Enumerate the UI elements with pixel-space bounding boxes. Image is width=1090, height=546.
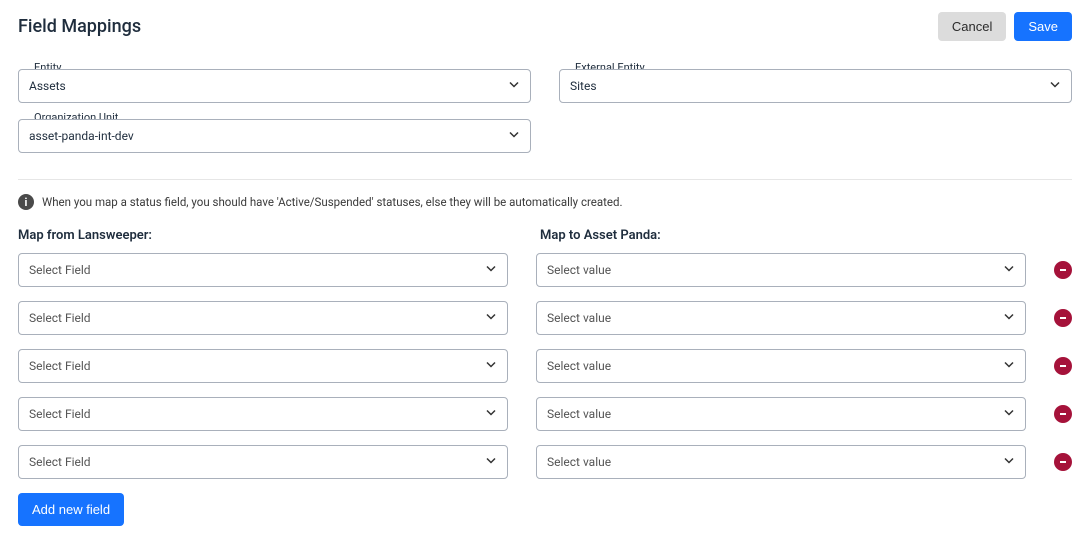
chevron-down-icon [1003, 311, 1015, 326]
chevron-down-icon [1049, 79, 1061, 94]
remove-row-button[interactable] [1054, 261, 1072, 279]
map-to-select[interactable]: Select value [536, 445, 1026, 479]
map-from-placeholder: Select Field [29, 407, 91, 421]
mapping-row: Select Field Select value [18, 445, 1072, 479]
map-to-select[interactable]: Select value [536, 301, 1026, 335]
map-to-placeholder: Select value [547, 311, 611, 325]
chevron-down-icon [508, 79, 520, 94]
map-to-select[interactable]: Select value [536, 349, 1026, 383]
external-entity-select[interactable]: Sites [559, 69, 1072, 103]
entity-select[interactable]: Assets [18, 69, 531, 103]
chevron-down-icon [1003, 407, 1015, 422]
remove-row-button[interactable] [1054, 357, 1072, 375]
map-from-select[interactable]: Select Field [18, 349, 508, 383]
map-to-title: Map to Asset Panda: [540, 228, 1034, 243]
chevron-down-icon [1003, 359, 1015, 374]
mapping-row: Select Field Select value [18, 301, 1072, 335]
map-to-placeholder: Select value [547, 359, 611, 373]
info-icon: i [18, 194, 34, 210]
map-to-placeholder: Select value [547, 263, 611, 277]
external-entity-value: Sites [570, 79, 597, 93]
add-new-field-button[interactable]: Add new field [18, 493, 124, 526]
divider [18, 179, 1072, 180]
chevron-down-icon [485, 455, 497, 470]
remove-row-button[interactable] [1054, 453, 1072, 471]
save-button[interactable]: Save [1014, 12, 1072, 41]
entity-value: Assets [29, 79, 66, 93]
map-from-select[interactable]: Select Field [18, 301, 508, 335]
map-to-placeholder: Select value [547, 407, 611, 421]
map-from-select[interactable]: Select Field [18, 397, 508, 431]
map-from-placeholder: Select Field [29, 455, 91, 469]
map-from-placeholder: Select Field [29, 311, 91, 325]
cancel-button[interactable]: Cancel [938, 12, 1006, 41]
chevron-down-icon [508, 129, 520, 144]
page-title: Field Mappings [18, 16, 141, 37]
chevron-down-icon [485, 359, 497, 374]
map-from-select[interactable]: Select Field [18, 445, 508, 479]
remove-row-button[interactable] [1054, 405, 1072, 423]
org-unit-select[interactable]: asset-panda-int-dev [18, 119, 531, 153]
chevron-down-icon [485, 263, 497, 278]
org-unit-value: asset-panda-int-dev [29, 129, 134, 143]
info-text: When you map a status field, you should … [42, 195, 623, 209]
mapping-row: Select Field Select value [18, 253, 1072, 287]
chevron-down-icon [1003, 263, 1015, 278]
mapping-row: Select Field Select value [18, 349, 1072, 383]
mapping-row: Select Field Select value [18, 397, 1072, 431]
map-from-select[interactable]: Select Field [18, 253, 508, 287]
chevron-down-icon [485, 311, 497, 326]
chevron-down-icon [1003, 455, 1015, 470]
chevron-down-icon [485, 407, 497, 422]
map-to-select[interactable]: Select value [536, 397, 1026, 431]
map-from-placeholder: Select Field [29, 263, 91, 277]
remove-row-button[interactable] [1054, 309, 1072, 327]
map-from-placeholder: Select Field [29, 359, 91, 373]
map-to-placeholder: Select value [547, 455, 611, 469]
map-to-select[interactable]: Select value [536, 253, 1026, 287]
map-from-title: Map from Lansweeper: [18, 228, 512, 243]
